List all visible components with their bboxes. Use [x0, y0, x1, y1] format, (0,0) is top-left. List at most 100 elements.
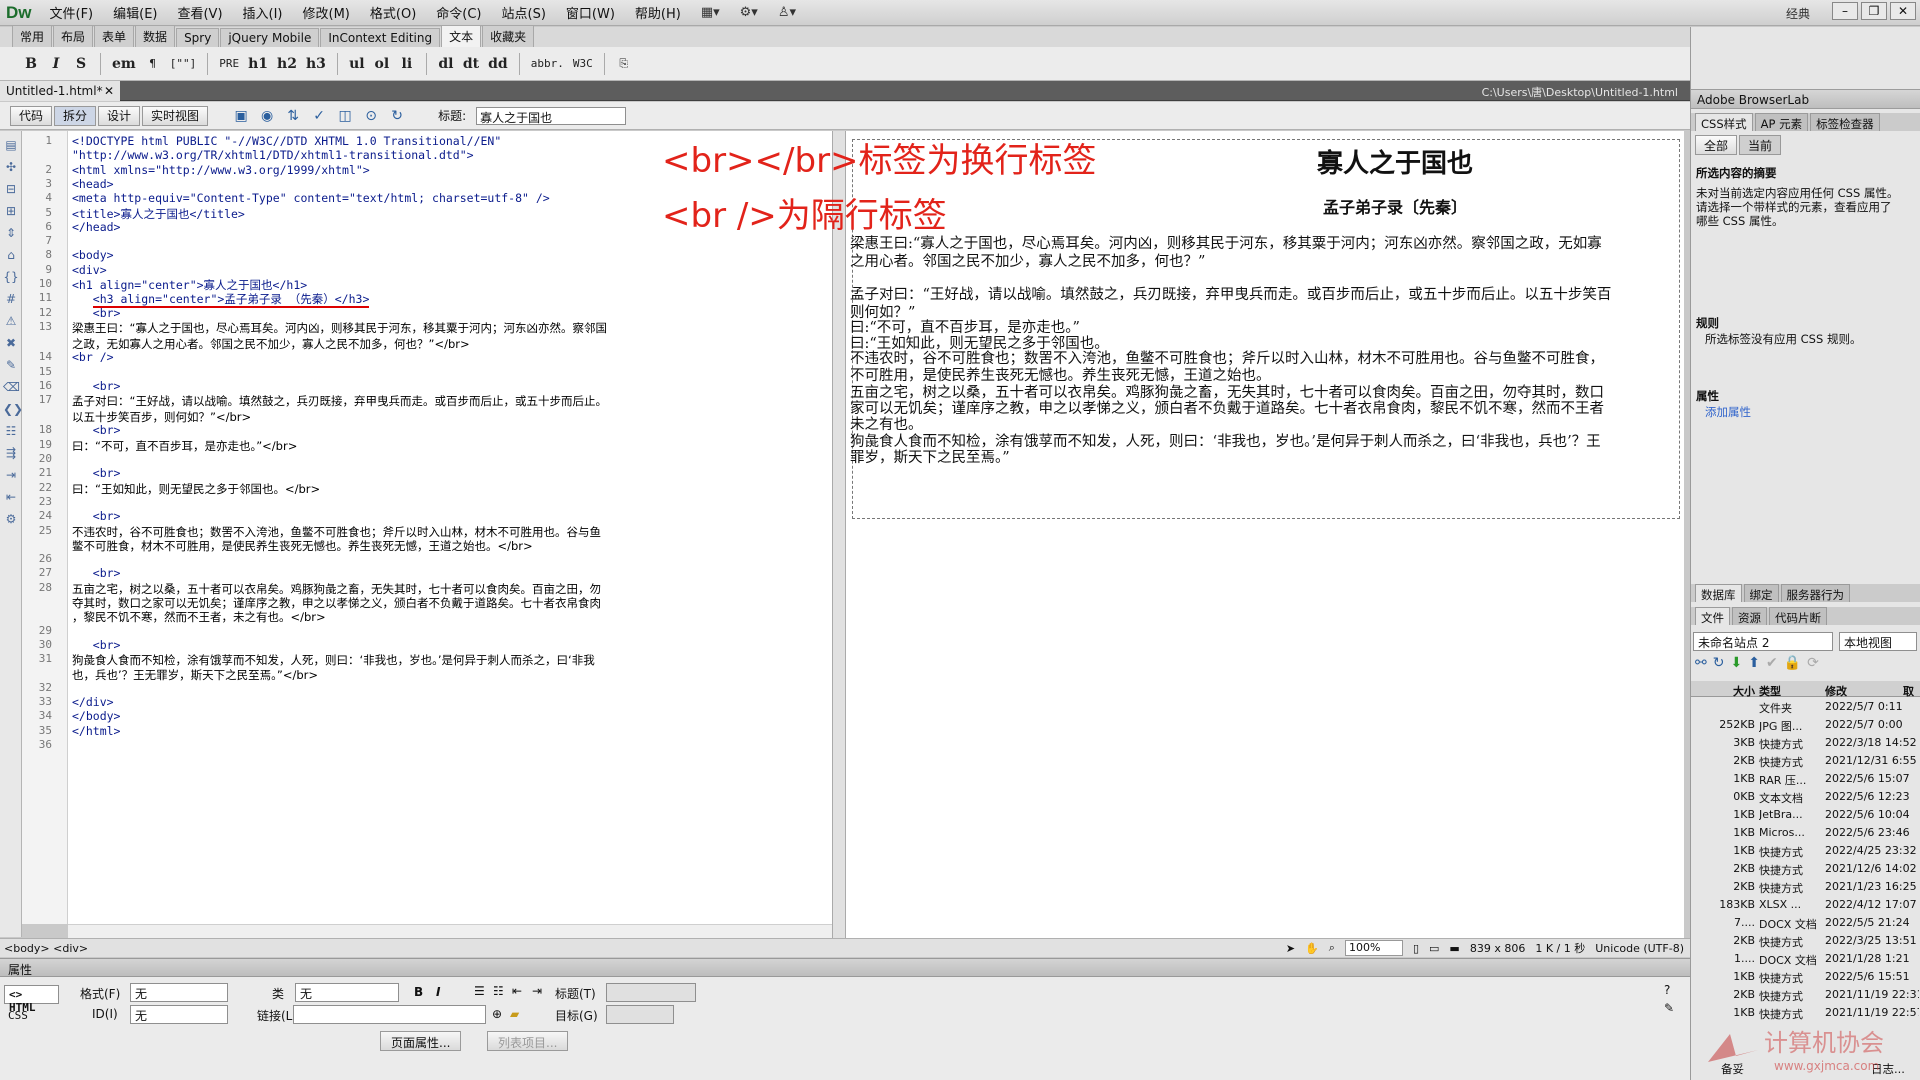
title-prop-input[interactable]: [606, 983, 696, 1002]
code-horizontal-scrollbar[interactable]: [68, 924, 832, 938]
panel-tab[interactable]: 服务器行为: [1780, 584, 1850, 602]
properties-header[interactable]: 属性: [0, 958, 1690, 977]
file-row[interactable]: 1KB Micros... 2022/5/6 23:46: [1691, 824, 1920, 842]
ordered-list-icon[interactable]: ☷: [493, 984, 504, 998]
view-button[interactable]: 代码: [10, 105, 53, 126]
bold-button[interactable]: B: [414, 985, 423, 999]
open-documents-icon[interactable]: ▤: [3, 137, 19, 153]
menu-item[interactable]: 查看(V): [167, 3, 232, 22]
current-button[interactable]: 当前: [1739, 135, 1782, 155]
highlight-invalid-icon[interactable]: ⚠: [3, 313, 19, 329]
syntax-error-icon[interactable]: ✖: [3, 335, 19, 351]
recent-snippets-icon[interactable]: ☷: [3, 423, 19, 439]
file-row[interactable]: 2KB 快捷方式 2022/3/25 13:51: [1691, 932, 1920, 950]
check-in-icon[interactable]: 🔒: [1784, 655, 1801, 671]
format-button[interactable]: dd: [485, 52, 511, 76]
panel-tab[interactable]: 资源: [1732, 607, 1767, 625]
menu-item[interactable]: 站点(S): [492, 3, 556, 22]
file-row[interactable]: 7.... DOCX 文档 2022/5/5 21:24: [1691, 914, 1920, 932]
file-row[interactable]: 252KB JPG 图... 2022/5/7 0:00: [1691, 716, 1920, 734]
html-properties-tab[interactable]: <> HTML: [4, 985, 59, 1014]
extend-gear-icon[interactable]: ⚙▾: [730, 5, 768, 20]
expand-all-icon[interactable]: ⇕: [3, 225, 19, 241]
menu-item[interactable]: 修改(M): [293, 3, 360, 22]
format-button[interactable]: h1: [245, 52, 271, 76]
view-select[interactable]: 本地视图: [1839, 632, 1917, 651]
insert-tab[interactable]: InContext Editing: [320, 28, 441, 47]
move-css-icon[interactable]: ⇶: [3, 445, 19, 461]
tablet-size-icon[interactable]: ▭: [1429, 942, 1439, 955]
file-row[interactable]: 183KB XLSX ... 2022/4/12 17:07: [1691, 896, 1920, 914]
outdent-icon[interactable]: ⇤: [512, 984, 522, 998]
format-button[interactable]: S: [70, 52, 92, 76]
format-button[interactable]: h2: [274, 52, 300, 76]
insert-tab[interactable]: 布局: [53, 25, 94, 47]
refresh-icon[interactable]: ↻: [386, 106, 408, 126]
unordered-list-icon[interactable]: ☰: [474, 984, 485, 998]
close-tab-icon[interactable]: ✕: [104, 84, 114, 98]
panel-tab[interactable]: CSS样式: [1695, 113, 1753, 131]
format-button[interactable]: ¶: [142, 52, 164, 76]
panel-tab[interactable]: 文件: [1695, 607, 1730, 625]
insert-tab[interactable]: 常用: [12, 25, 53, 47]
restore-icon[interactable]: ❐: [1861, 2, 1887, 20]
indent-code-icon[interactable]: ⇥: [3, 467, 19, 483]
css-properties-tab[interactable]: CSS: [4, 1007, 59, 1026]
line-numbers-icon[interactable]: #: [3, 291, 19, 307]
file-row[interactable]: 1KB RAR 压... 2022/5/6 15:07: [1691, 770, 1920, 788]
indent-icon[interactable]: ⇥: [532, 984, 542, 998]
file-row[interactable]: 1KB JetBra... 2022/5/6 10:04: [1691, 806, 1920, 824]
balance-braces-icon[interactable]: {}: [3, 269, 19, 285]
check-browser-icon[interactable]: ⊙: [360, 106, 382, 126]
connect-icon[interactable]: ⚯: [1695, 655, 1707, 671]
browserlab-header[interactable]: Adobe BrowserLab: [1691, 89, 1920, 109]
hand-tool-icon[interactable]: ✋: [1305, 942, 1319, 955]
collapse-tag-icon[interactable]: ⊟: [3, 181, 19, 197]
document-tab[interactable]: Untitled-1.html* ✕: [0, 81, 120, 101]
title-input[interactable]: 寡人之于国也: [476, 106, 627, 125]
file-row[interactable]: 3KB 快捷方式 2022/3/18 14:52: [1691, 734, 1920, 752]
file-row[interactable]: 2KB 快捷方式 2021/11/19 22:31: [1691, 986, 1920, 1004]
site-icon[interactable]: ♙▾: [768, 5, 806, 20]
all-button[interactable]: 全部: [1695, 135, 1738, 155]
minimize-icon[interactable]: –: [1832, 2, 1858, 20]
menu-item[interactable]: 格式(O): [360, 3, 426, 22]
help-icon[interactable]: ?: [1664, 983, 1670, 997]
file-row[interactable]: 文件夹 2022/5/7 0:11: [1691, 698, 1920, 716]
format-button[interactable]: I: [45, 52, 67, 76]
format-select[interactable]: 无: [130, 983, 228, 1002]
view-button[interactable]: 实时视图: [142, 105, 209, 126]
zoom-tool-icon[interactable]: ⌕: [1329, 941, 1335, 955]
check-out-icon[interactable]: ✔: [1766, 655, 1778, 671]
show-code-navigator-icon[interactable]: ✣: [3, 159, 19, 175]
point-to-file-icon[interactable]: ⊕: [492, 1007, 502, 1021]
page-properties-button[interactable]: 页面属性...: [380, 1031, 462, 1051]
collapse-selection-icon[interactable]: ⊞: [3, 203, 19, 219]
close-icon[interactable]: ✕: [1890, 2, 1916, 20]
file-row[interactable]: 2KB 快捷方式 2021/12/31 6:55: [1691, 752, 1920, 770]
format-button[interactable]: ⎘: [613, 52, 635, 76]
menu-item[interactable]: 编辑(E): [103, 3, 167, 22]
format-button[interactable]: em: [109, 52, 139, 76]
outdent-code-icon[interactable]: ⇤: [3, 489, 19, 505]
format-button[interactable]: dl: [435, 52, 457, 76]
class-select[interactable]: 无: [295, 983, 399, 1002]
mobile-size-icon[interactable]: ▯: [1413, 942, 1419, 955]
format-button[interactable]: PRE: [216, 52, 242, 76]
zoom-select[interactable]: 100%: [1344, 940, 1403, 956]
format-button[interactable]: B: [20, 52, 42, 76]
refresh-files-icon[interactable]: ↻: [1713, 655, 1725, 671]
list-item-button[interactable]: 列表项目...: [487, 1031, 569, 1051]
menu-item[interactable]: 插入(I): [233, 3, 293, 22]
id-select[interactable]: 无: [130, 1005, 228, 1024]
format-button[interactable]: dt: [460, 52, 482, 76]
insert-tab[interactable]: 表单: [94, 25, 135, 47]
window-size[interactable]: 839 x 806: [1470, 942, 1526, 955]
format-button[interactable]: W3C: [570, 52, 596, 76]
put-files-icon[interactable]: ⬆: [1748, 655, 1760, 671]
col-checkout[interactable]: 取: [1903, 683, 1914, 699]
code-view[interactable]: <!DOCTYPE html PUBLIC "-//W3C//DTD XHTML…: [68, 131, 832, 924]
col-type[interactable]: 类型: [1759, 683, 1823, 699]
format-button[interactable]: h3: [303, 52, 329, 76]
wrap-tag-icon[interactable]: ❮❯: [3, 401, 23, 417]
